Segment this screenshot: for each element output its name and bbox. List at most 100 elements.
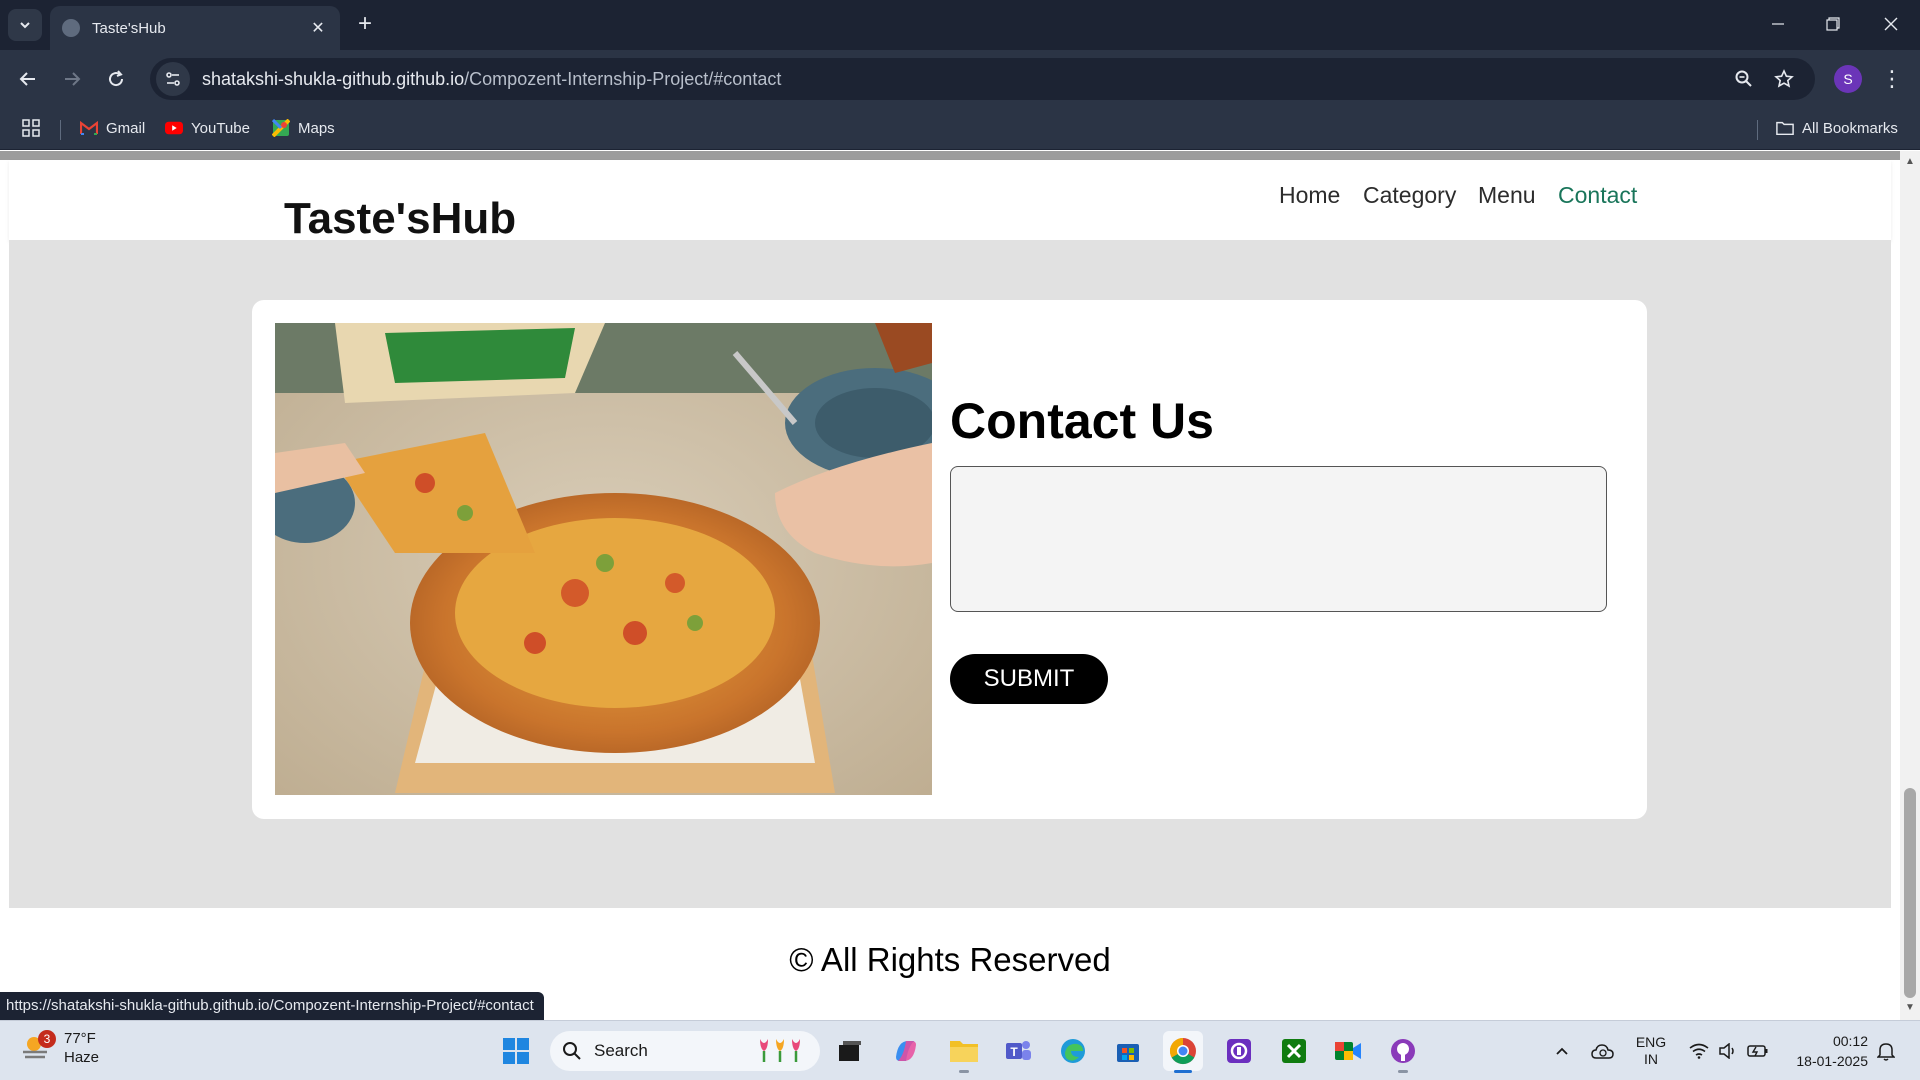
- scroll-down-icon[interactable]: ▼: [1904, 1002, 1916, 1014]
- zoom-icon[interactable]: [1728, 63, 1760, 95]
- url-domain: shatakshi-shukla-github.github.io: [202, 68, 465, 89]
- youtube-icon: [165, 119, 183, 137]
- message-textarea[interactable]: [950, 466, 1607, 612]
- page-viewport: Taste'sHub Home Category Menu Contact Co…: [0, 151, 1900, 1020]
- chrome-button[interactable]: [1163, 1031, 1203, 1073]
- contact-card: Contact Us SUBMIT: [252, 300, 1647, 819]
- clock-date: 18-01-2025: [1796, 1053, 1868, 1069]
- arrow-right-icon: [65, 72, 81, 86]
- folder-icon: [950, 1041, 978, 1062]
- task-view-icon: [839, 1041, 861, 1061]
- running-indicator: [959, 1070, 969, 1073]
- xbox-button[interactable]: [1274, 1031, 1314, 1071]
- bookmark-maps[interactable]: Maps: [272, 119, 335, 137]
- task-view-button[interactable]: [830, 1031, 870, 1071]
- browser-tab[interactable]: Taste'sHub ✕: [50, 6, 340, 50]
- restore-icon: [1826, 17, 1840, 31]
- site-brand[interactable]: Taste'sHub: [284, 194, 516, 244]
- weather-condition: Haze: [64, 1049, 100, 1066]
- restore-button[interactable]: [1810, 8, 1856, 40]
- github-icon: [1391, 1039, 1415, 1063]
- back-button[interactable]: [12, 63, 44, 95]
- store-icon: [1117, 1044, 1139, 1062]
- contact-title: Contact Us: [950, 393, 1214, 449]
- teams-icon: T: [1006, 1041, 1031, 1060]
- bookmark-star-icon[interactable]: [1768, 63, 1800, 95]
- meet-button[interactable]: [1328, 1031, 1368, 1071]
- battery-icon: [1747, 1045, 1768, 1057]
- apps-grid-icon: [22, 119, 40, 137]
- bookmark-youtube[interactable]: YouTube: [165, 119, 250, 137]
- app-button[interactable]: [1219, 1031, 1259, 1071]
- page-top-strip: [0, 151, 1900, 160]
- system-status-button[interactable]: [1684, 1031, 1774, 1071]
- minimize-icon: [1772, 23, 1784, 25]
- nav-link-home[interactable]: Home: [1279, 182, 1340, 209]
- teams-button[interactable]: T: [998, 1031, 1038, 1071]
- search-icon: [563, 1042, 581, 1060]
- site-info-icon[interactable]: [156, 62, 190, 96]
- reload-button[interactable]: [100, 63, 132, 95]
- xbox-icon: [1282, 1039, 1306, 1063]
- svg-text:T: T: [1010, 1045, 1018, 1059]
- more-menu-icon[interactable]: ⋮: [1880, 63, 1904, 95]
- chevron-down-icon: [20, 22, 30, 29]
- notification-badge: 3: [38, 1030, 56, 1048]
- new-tab-button[interactable]: +: [352, 12, 378, 38]
- nav-link-contact[interactable]: Contact: [1558, 182, 1637, 209]
- bookmarks-divider: [1757, 120, 1758, 140]
- url-path: /Compozent-Internship-Project/#contact: [464, 68, 782, 89]
- minimize-button[interactable]: [1755, 8, 1801, 40]
- file-explorer-button[interactable]: [944, 1031, 984, 1073]
- apps-button[interactable]: [22, 119, 48, 137]
- weather-temp: 77°F: [64, 1030, 96, 1047]
- running-indicator: [1174, 1070, 1192, 1073]
- taskbar-search[interactable]: Search: [550, 1031, 820, 1071]
- close-icon: [1884, 17, 1898, 31]
- arrow-left-icon: [19, 72, 35, 86]
- close-icon[interactable]: ✕: [308, 18, 328, 38]
- bookmark-label: Maps: [298, 119, 335, 137]
- nav-link-category[interactable]: Category: [1363, 182, 1456, 209]
- show-hidden-icons-button[interactable]: [1550, 1031, 1574, 1071]
- globe-icon: [62, 19, 80, 37]
- scroll-up-icon[interactable]: ▲: [1904, 156, 1916, 168]
- notifications-button[interactable]: [1872, 1031, 1900, 1071]
- github-button[interactable]: [1383, 1031, 1423, 1073]
- profile-avatar[interactable]: S: [1834, 65, 1862, 93]
- chevron-up-icon: [1556, 1047, 1568, 1055]
- video-camera-icon: [1335, 1042, 1361, 1060]
- edge-button[interactable]: [1053, 1031, 1093, 1071]
- taskbar-clock[interactable]: 00:12 18-01-2025: [1778, 1031, 1868, 1071]
- submit-button[interactable]: SUBMIT: [950, 654, 1108, 704]
- onedrive-button[interactable]: [1588, 1031, 1618, 1071]
- all-bookmarks-button[interactable]: All Bookmarks: [1776, 119, 1898, 137]
- windows-logo-icon: [503, 1038, 529, 1064]
- clock-time: 00:12: [1832, 1033, 1868, 1049]
- nav-link-menu[interactable]: Menu: [1478, 182, 1536, 209]
- scrollbar-thumb[interactable]: [1904, 788, 1916, 998]
- status-bar-url: https://shatakshi-shukla-github.github.i…: [0, 992, 544, 1020]
- forward-button[interactable]: [56, 63, 88, 95]
- folder-icon: [1776, 119, 1794, 137]
- start-button[interactable]: [496, 1031, 536, 1071]
- window-close-button[interactable]: [1868, 8, 1914, 40]
- weather-widget[interactable]: 3 77°F Haze: [20, 1029, 99, 1067]
- address-bar[interactable]: shatakshi-shukla-github.github.io/Compoz…: [150, 58, 1815, 100]
- language-indicator[interactable]: ENG IN: [1628, 1031, 1674, 1071]
- bookmark-gmail[interactable]: Gmail: [80, 119, 145, 137]
- copilot-button[interactable]: [886, 1031, 926, 1071]
- tab-search-button[interactable]: [8, 9, 42, 41]
- url-text: shatakshi-shukla-github.github.io/Compoz…: [202, 69, 781, 90]
- cloud-sync-icon: [1591, 1044, 1614, 1059]
- volume-icon: [1719, 1043, 1734, 1059]
- bookmark-label: YouTube: [191, 119, 250, 137]
- pizza-photo: [275, 323, 932, 795]
- microsoft-store-button[interactable]: [1108, 1031, 1148, 1071]
- purple-app-icon: [1227, 1039, 1251, 1063]
- wifi-icon: [1689, 1043, 1709, 1059]
- bookmarks-bar: Gmail YouTube Maps All Bookmarks: [0, 108, 1920, 150]
- windows-taskbar: 3 77°F Haze Search T ENG IN 00:12 18-01-…: [0, 1020, 1920, 1080]
- bookmark-label: Gmail: [106, 119, 146, 137]
- weather-text: 77°F Haze: [64, 1029, 99, 1067]
